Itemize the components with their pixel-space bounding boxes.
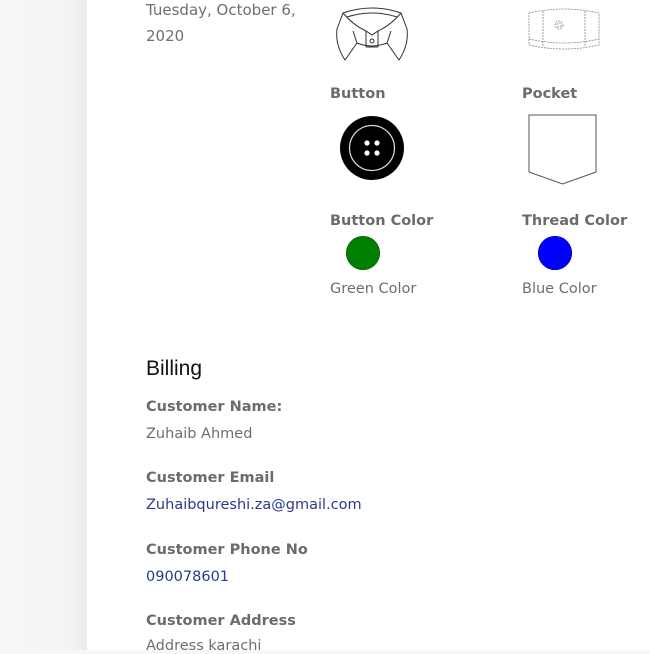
- customer-email-value[interactable]: Zuhaibqureshi.za@gmail.com: [146, 497, 362, 513]
- customer-name-label: Customer Name:: [146, 399, 283, 415]
- customer-phone-label: Customer Phone No: [146, 542, 308, 558]
- thread-color-label: Thread Color: [522, 213, 628, 229]
- thread-color-value: Blue Color: [522, 281, 597, 297]
- order-date: Tuesday, October 6, 2020: [146, 1, 296, 45]
- button-color-swatch: [346, 236, 380, 270]
- customer-address-value: Address karachi: [146, 638, 262, 654]
- order-detail-panel: Tuesday, October 6, 2020 Button Pocket B…: [87, 0, 650, 654]
- button-option-label: Button: [330, 86, 386, 102]
- button-color-value: Green Color: [330, 281, 417, 297]
- thread-color-swatch: [538, 236, 572, 270]
- customer-name-value: Zuhaib Ahmed: [146, 426, 253, 442]
- shirt-cuff-icon: [527, 5, 601, 59]
- customer-email-label: Customer Email: [146, 470, 275, 486]
- customer-email-link[interactable]: Zuhaibqureshi.za@gmail.com: [146, 497, 362, 513]
- sidebar-shadow: [0, 0, 87, 650]
- button-color-label: Button Color: [330, 213, 434, 229]
- pocket-option-label: Pocket: [522, 86, 578, 102]
- customer-phone-value[interactable]: 090078601: [146, 569, 229, 585]
- customer-phone-link[interactable]: 090078601: [146, 569, 229, 585]
- shirt-collar-icon: [333, 5, 411, 67]
- customer-address-label: Customer Address: [146, 613, 296, 629]
- billing-heading: Billing: [146, 357, 203, 380]
- shirt-pocket-icon: [528, 114, 598, 190]
- shirt-button-icon: [340, 116, 404, 184]
